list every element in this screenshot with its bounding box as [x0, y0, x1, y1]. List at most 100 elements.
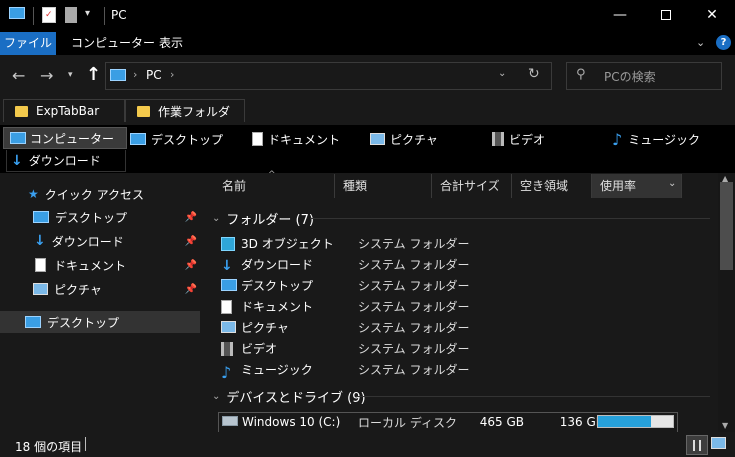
tab-label: ExpTabBar: [36, 104, 100, 118]
music-icon: ♪: [612, 129, 623, 149]
download-icon: ↓: [221, 257, 233, 274]
usage-bar: [597, 415, 674, 428]
list-item[interactable]: ♪ ミュージック システム フォルダー: [221, 359, 701, 382]
desktop-icon: [33, 211, 49, 223]
group-folders[interactable]: ⌄ フォルダー (7): [212, 208, 314, 228]
nav-item-desktop[interactable]: デスクトップ 📌: [0, 206, 205, 228]
item-name: ドキュメント: [241, 300, 314, 314]
download-icon: ↓: [11, 152, 23, 169]
close-button[interactable]: ✕: [689, 0, 735, 30]
video-icon: [492, 132, 504, 146]
back-arrow-icon[interactable]: ←: [12, 66, 25, 85]
search-placeholder: PCの検索: [604, 70, 656, 84]
column-type[interactable]: 種類: [335, 174, 432, 198]
tab-file[interactable]: ファイル: [0, 32, 56, 55]
properties-icon[interactable]: ✓: [42, 7, 56, 23]
desktop-icon: [221, 278, 237, 291]
scrollbar-thumb[interactable]: [720, 182, 733, 270]
list-item[interactable]: 3D オブジェクト システム フォルダー: [221, 233, 701, 254]
link-label: ドキュメント: [268, 132, 341, 147]
drive-name: Windows 10 (C:): [242, 415, 341, 429]
nav-item-documents[interactable]: ドキュメント 📌: [0, 254, 205, 276]
nav-quick-access[interactable]: ★ クイック アクセス: [0, 183, 205, 205]
document-icon: [221, 299, 232, 314]
document-icon: [252, 132, 263, 146]
details-view-button[interactable]: [686, 435, 708, 455]
link-desktop[interactable]: デスクトップ: [130, 128, 223, 150]
details-view-icon: [693, 439, 701, 451]
item-type: システム フォルダー: [358, 237, 470, 251]
link-videos[interactable]: ビデオ: [492, 128, 545, 150]
refresh-icon[interactable]: ↻: [528, 66, 540, 82]
item-type: システム フォルダー: [358, 258, 470, 272]
large-icons-view-button[interactable]: [711, 437, 726, 452]
list-item[interactable]: ドキュメント システム フォルダー: [221, 296, 701, 317]
forward-arrow-icon[interactable]: →: [40, 66, 53, 85]
breadcrumb-separator-icon[interactable]: ›: [133, 68, 137, 81]
group-drives[interactable]: ⌄ デバイスとドライブ (9): [212, 386, 366, 406]
scroll-down-icon[interactable]: ▼: [722, 421, 728, 430]
link-downloads[interactable]: ↓ ダウンロード: [6, 150, 126, 172]
pin-icon: 📌: [184, 235, 197, 247]
tab-work-folder[interactable]: 作業フォルダ: [125, 99, 245, 122]
breadcrumb-separator-icon[interactable]: ›: [170, 68, 174, 81]
maximize-button[interactable]: [643, 0, 689, 30]
collapse-chevron-icon[interactable]: ⌄: [212, 391, 220, 402]
separator: [33, 7, 34, 25]
group-label: フォルダー (7): [226, 212, 314, 228]
help-icon[interactable]: ?: [716, 35, 731, 50]
link-pictures[interactable]: ピクチャ: [370, 128, 438, 150]
nav-label: クイック アクセス: [44, 187, 144, 202]
item-type: システム フォルダー: [358, 300, 470, 314]
column-filter-chevron-icon[interactable]: ⌄: [668, 178, 676, 189]
link-music[interactable]: ♪ ミュージック: [612, 128, 700, 150]
link-label: コンピューター: [30, 131, 115, 146]
pc-icon: [9, 7, 25, 25]
group-label: デバイスとドライブ (9): [226, 390, 366, 406]
collapse-chevron-icon[interactable]: ⌄: [212, 213, 220, 224]
cube-icon: [221, 236, 235, 251]
item-type: システム フォルダー: [358, 279, 470, 293]
item-type: システム フォルダー: [358, 342, 470, 356]
nav-label: ダウンロード: [51, 234, 124, 249]
up-arrow-icon[interactable]: ↑: [86, 64, 101, 85]
nav-item-pictures[interactable]: ピクチャ 📌: [0, 278, 205, 300]
recent-locations-chevron-icon[interactable]: ▾: [68, 70, 73, 80]
minimize-button[interactable]: —: [597, 0, 643, 30]
desktop-icon: [130, 133, 146, 145]
breadcrumb-pc[interactable]: PC: [146, 68, 162, 82]
nav-label: デスクトップ: [47, 315, 120, 330]
link-documents[interactable]: ドキュメント: [252, 128, 340, 150]
item-name: ミュージック: [241, 363, 313, 377]
download-icon: ↓: [34, 233, 46, 249]
new-folder-icon[interactable]: [65, 7, 77, 23]
item-name: ダウンロード: [241, 258, 314, 272]
nav-item-downloads[interactable]: ↓ ダウンロード 📌: [0, 230, 205, 252]
drive-type: ローカル ディスク: [358, 415, 457, 430]
usage-bar-fill: [598, 416, 652, 427]
expand-ribbon-chevron-icon[interactable]: ⌄: [696, 36, 705, 49]
star-icon: ★: [28, 187, 39, 201]
nav-item-desktop-selected[interactable]: デスクトップ: [0, 311, 200, 333]
window-title: PC: [111, 8, 127, 22]
item-type: システム フォルダー: [358, 321, 470, 335]
pin-icon: 📌: [184, 259, 197, 271]
list-item[interactable]: デスクトップ システム フォルダー: [221, 275, 701, 296]
link-label: ダウンロード: [28, 154, 101, 168]
separator: [104, 7, 105, 25]
address-history-chevron-icon[interactable]: ⌄: [498, 68, 506, 79]
link-computer[interactable]: コンピューター: [3, 127, 127, 149]
list-item[interactable]: ビデオ システム フォルダー: [221, 338, 701, 359]
drive-free: 136 GB: [559, 415, 604, 429]
tab-view[interactable]: 表示: [149, 32, 193, 55]
customize-qat-chevron-icon[interactable]: ▾: [85, 8, 90, 19]
list-item[interactable]: ピクチャ システム フォルダー: [221, 317, 701, 338]
link-label: ピクチャ: [390, 132, 438, 147]
large-icons-view-icon: [711, 437, 726, 449]
tab-exptabbar[interactable]: ExpTabBar: [3, 99, 125, 122]
link-label: ビデオ: [509, 132, 546, 147]
column-free-space[interactable]: 空き領域: [512, 174, 592, 198]
column-name[interactable]: 名前: [214, 174, 335, 198]
column-total-size[interactable]: 合計サイズ: [432, 174, 512, 198]
list-item[interactable]: ↓ ダウンロード システム フォルダー: [221, 254, 701, 275]
